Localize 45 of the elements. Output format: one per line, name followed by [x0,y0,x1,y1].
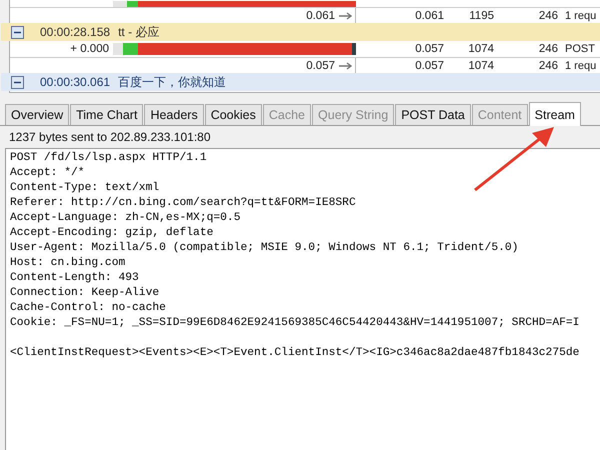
table-cell-text: 246 [538,43,558,55]
stream-line: Content-Type: text/xml [10,181,160,196]
table-cell-text: 1074 [467,60,494,72]
table-cell-text: 246 [538,60,558,72]
arrow-right-icon [339,62,353,70]
stream-line: Connection: Keep-Alive [10,286,160,301]
stream-line: Accept-Language: zh-CN,es-MX;q=0.5 [10,211,242,226]
stream-line: User-Agent: Mozilla/5.0 (compatible; MSIE 9.0; Windows NT 6.1; Trident/5.0) [10,241,520,256]
stream-line: Host: cn.bing.com [10,256,126,271]
collapse-icon[interactable] [11,26,24,38]
stream-line: Accept: */* [10,166,86,181]
arrow-right-icon [339,12,353,20]
table-cell-text: 1 requ [564,10,596,22]
table-cell-text: 1195 [468,10,494,22]
status-text: 1237 bytes sent to 202.89.233.101:80 [8,129,212,146]
stream-line: Cache-Control: no-cache [10,301,167,316]
stream-line: <ClientInstRequest><Events><E><T>Event.ClientInst</T><IG>c346ac8a2dae487fb1843c275de [10,346,580,361]
stream-line: POST /fd/ls/lsp.aspx HTTP/1.1 [10,151,208,166]
table-cell-text: 0.057 [414,43,444,55]
group-time: 00:00:30.061 [40,75,110,89]
group-header[interactable]: 00:00:28.158 tt - 必应 [1,23,600,41]
table-cell-text: POST [564,43,595,55]
elapsed-text: 0.061 [306,10,335,22]
tab[interactable]: Cookies [204,104,262,125]
table-cell-text: 0.057 [414,60,444,72]
collapse-icon[interactable] [11,76,24,88]
table-cell-text: 1074 [467,43,494,55]
tab[interactable]: Headers [144,104,204,125]
offset-text: + 0.000 [69,43,110,55]
tab[interactable]: Overview [5,104,70,125]
stream-line: Accept-Encoding: gzip, deflate [10,226,214,241]
table-cell-text: 1 requ [564,60,596,72]
tab[interactable]: POST Data [395,104,471,125]
group-time: 00:00:28.158 [40,25,110,39]
table-cell-text: 246 [538,10,558,22]
stream-line: Content-Length: 493 [10,271,140,286]
group-title: tt - 必应 [118,24,160,40]
group-title: 百度一下，你就知道 [118,74,226,90]
tab[interactable]: Time Chart [70,104,144,125]
stream-line: Referer: http://cn.bing.com/search?q=tt&FORM=IE8SRC [10,196,357,211]
table-cell-text: 0.061 [414,10,444,22]
stream-line: Cookie: _FS=NU=1; _SS=SID=99E6D8462E9241569385C46C54420443&HV=1441951007; SRCHD=AF=I [10,316,580,331]
elapsed-text: 0.057 [306,60,335,72]
group-header[interactable]: 00:00:30.061 百度一下，你就知道 [1,73,600,91]
tab[interactable]: Stream [528,102,581,126]
